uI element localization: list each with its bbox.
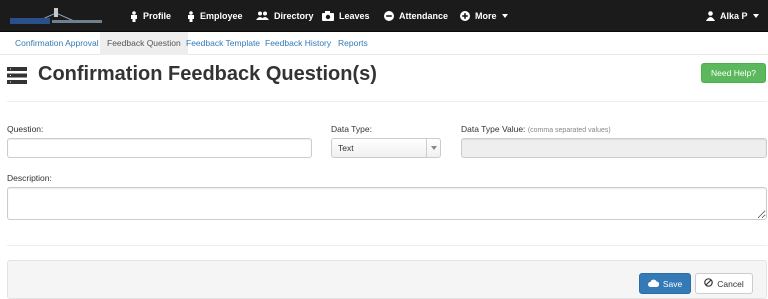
nav-attendance[interactable]: Attendance [384, 0, 448, 32]
chevron-down-icon [426, 139, 440, 157]
person-icon [130, 10, 138, 22]
nav-profile[interactable]: Profile [130, 0, 171, 32]
nav-leaves[interactable]: Leaves [322, 0, 370, 32]
need-help-button[interactable]: Need Help? [701, 63, 766, 83]
tab-reports[interactable]: Reports [331, 32, 375, 55]
cloud-icon [647, 279, 660, 289]
nav-more-label: More [475, 11, 497, 21]
data-type-select[interactable]: Text [331, 138, 441, 158]
divider [7, 245, 767, 246]
user-name: Alka P [720, 11, 748, 21]
nav-employee[interactable]: Employee [187, 0, 243, 32]
company-logo[interactable] [8, 5, 104, 27]
description-label: Description: [7, 173, 52, 183]
camera-icon [322, 11, 334, 21]
divider [7, 101, 767, 102]
nav-directory-label: Directory [274, 11, 314, 21]
tab-feedback-history[interactable]: Feedback History [258, 32, 338, 55]
ban-icon [704, 278, 714, 289]
page-header: Confirmation Feedback Question(s) [0, 56, 768, 100]
person-icon [706, 11, 715, 21]
nav-more[interactable]: More [460, 0, 508, 32]
sub-navbar: Confirmation Approval Feedback Question … [0, 32, 768, 55]
caret-down-icon [752, 14, 759, 18]
caret-down-icon [501, 14, 508, 18]
question-input[interactable] [7, 138, 312, 158]
description-textarea[interactable] [7, 187, 767, 220]
data-type-value-label: Data Type Value: (comma separated values… [461, 124, 611, 134]
person-icon [187, 10, 195, 22]
nav-employee-label: Employee [200, 11, 243, 21]
nav-directory[interactable]: Directory [256, 0, 314, 32]
tab-feedback-question[interactable]: Feedback Question [100, 32, 188, 55]
save-button-label: Save [662, 278, 683, 289]
nav-profile-label: Profile [143, 11, 172, 21]
cancel-button-label: Cancel [717, 278, 744, 289]
minus-circle-icon [384, 11, 394, 21]
save-button[interactable]: Save [639, 273, 691, 294]
data-type-value-label-text: Data Type Value: [461, 124, 526, 134]
list-icon [7, 67, 27, 89]
data-type-selected: Text [338, 143, 354, 153]
data-type-label: Data Type: [331, 124, 372, 134]
data-type-value-input[interactable] [461, 138, 767, 158]
tab-confirmation-approval[interactable]: Confirmation Approval [8, 32, 106, 55]
cancel-button[interactable]: Cancel [695, 273, 753, 294]
tab-feedback-template[interactable]: Feedback Template [179, 32, 267, 55]
plus-circle-icon [460, 11, 470, 21]
user-menu[interactable]: Alka P [706, 0, 759, 32]
nav-leaves-label: Leaves [339, 11, 370, 21]
nav-attendance-label: Attendance [399, 11, 449, 21]
top-navbar: Profile Employee Directory Leaves Attend… [0, 0, 768, 32]
users-icon [256, 11, 269, 21]
page-title: Confirmation Feedback Question(s) [38, 63, 377, 85]
question-label: Question: [7, 124, 44, 134]
data-type-value-hint: (comma separated values) [527, 127, 611, 134]
